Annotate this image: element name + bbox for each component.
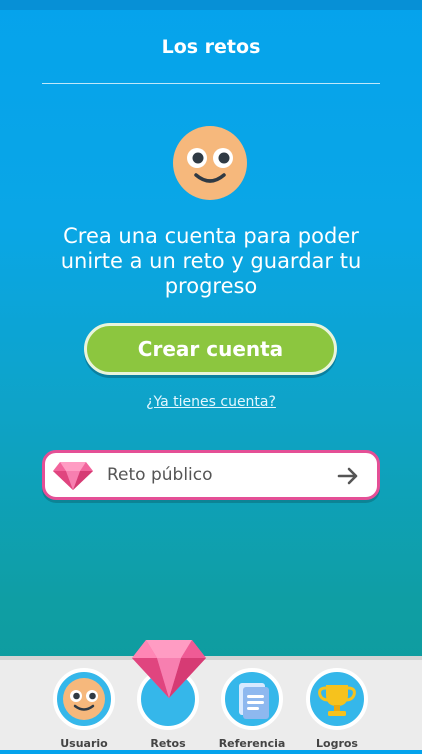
login-link[interactable]: ¿Ya tienes cuenta? (0, 394, 422, 410)
tab-usuario[interactable]: Usuario (41, 660, 127, 754)
create-account-message: Crea una cuenta para poder unirte a un r… (60, 224, 362, 298)
pink-gem-icon (132, 640, 206, 698)
smiley-face-icon (173, 126, 247, 200)
tab-referencia[interactable]: Referencia (209, 660, 295, 754)
document-icon (239, 683, 269, 719)
public-challenge-label: Reto público (107, 465, 213, 485)
public-challenge-button[interactable]: Reto público (42, 450, 380, 500)
top-strip (0, 0, 422, 10)
header-divider (42, 83, 380, 84)
tab-referencia-label: Referencia (218, 737, 286, 750)
page-title: Los retos (161, 36, 261, 58)
create-account-button[interactable]: Crear cuenta (84, 323, 337, 375)
trophy-icon (318, 685, 356, 716)
pink-gem-icon (53, 462, 93, 490)
tab-retos-label: Retos (150, 737, 186, 750)
tab-logros-label: Logros (316, 737, 358, 750)
tab-usuario-label: Usuario (60, 737, 108, 750)
arrow-right-icon (337, 467, 358, 485)
bottom-tab-bar: Usuario Retos Referencia Logros (0, 656, 422, 750)
tab-logros[interactable]: Logros (294, 660, 380, 754)
smiley-face-icon (63, 678, 105, 720)
